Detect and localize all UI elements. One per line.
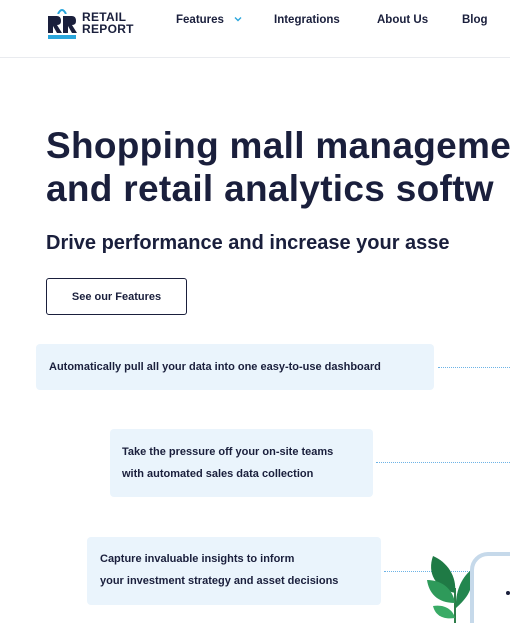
nav-about-us[interactable]: About Us [377,14,428,26]
hero-title-line-2: and retail analytics softw [46,168,494,209]
callout-text: Take the pressure off your on-site teams [122,446,334,458]
callout-text: Automatically pull all your data into on… [49,361,381,373]
hero-title-line-1: Shopping mall manageme [46,125,510,166]
main-nav: Features Integrations About Us Blog [0,14,510,30]
see-features-button[interactable]: See our Features [46,278,187,315]
feature-callout-dashboard: Automatically pull all your data into on… [36,344,434,390]
site-header: RETAIL REPORT Features Integrations Abou… [0,0,510,58]
page: RETAIL REPORT Features Integrations Abou… [0,0,510,623]
nav-integrations[interactable]: Integrations [274,14,340,26]
hero-subtitle: Drive performance and increase your asse [46,232,450,254]
hero-title: Shopping mall manageme and retail analyt… [46,124,510,210]
callout-text: Capture invaluable insights to inform [100,553,295,565]
device-indicator [506,591,510,595]
connector-line [438,367,510,368]
nav-blog[interactable]: Blog [462,14,488,26]
nav-features[interactable]: Features [176,14,243,26]
feature-callout-data-collection: Take the pressure off your on-site teams… [110,429,373,497]
device-illustration [470,552,510,623]
chevron-down-icon [234,17,242,22]
connector-line [376,462,510,463]
callout-text: your investment strategy and asset decis… [100,575,339,587]
feature-callout-insights: Capture invaluable insights to inform yo… [87,537,381,605]
callout-text: with automated sales data collection [122,468,314,480]
nav-features-label: Features [176,14,224,26]
